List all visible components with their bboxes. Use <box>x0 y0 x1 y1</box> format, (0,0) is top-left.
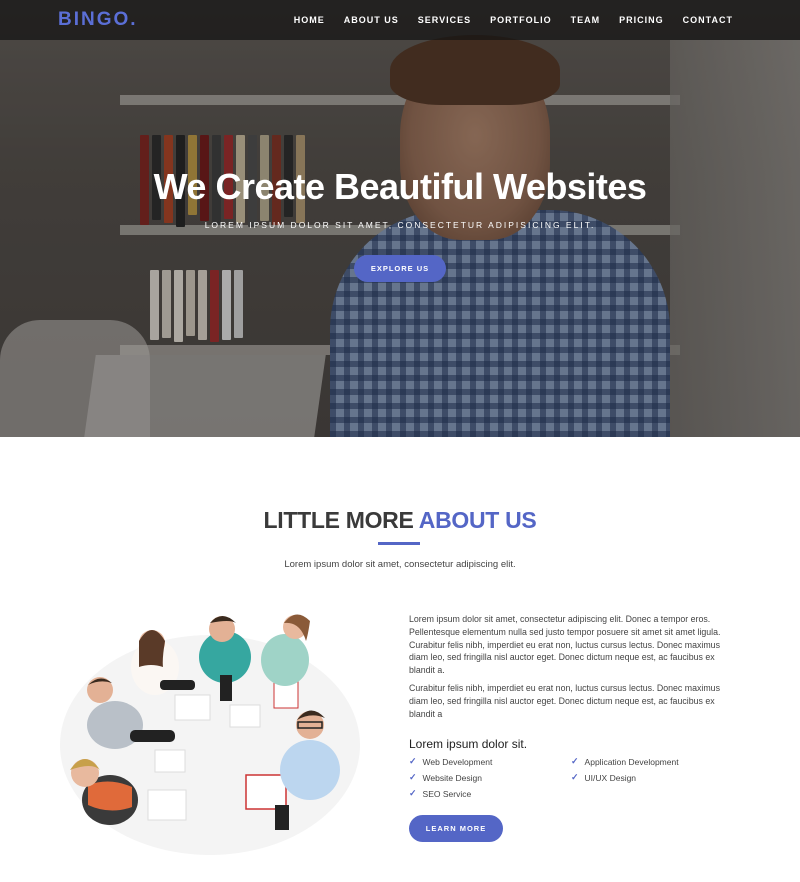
team-illustration <box>60 605 360 855</box>
check-icon: ✓ <box>571 772 579 782</box>
feature-website-design: ✓ Website Design <box>409 772 482 783</box>
feature-label: UI/UX Design <box>584 772 637 783</box>
nav-about-us[interactable]: ABOUT US <box>344 15 399 25</box>
feature-application-development: ✓ Application Development <box>571 756 679 767</box>
about-title-accent: ABOUT US <box>418 507 537 533</box>
check-icon: ✓ <box>409 756 417 766</box>
check-icon: ✓ <box>409 788 417 798</box>
feature-label: Application Development <box>584 756 679 767</box>
hero-subtitle: LOREM IPSUM DOLOR SIT AMET, CONSECTETUR … <box>204 220 596 230</box>
explore-us-button[interactable]: EXPLORE US <box>354 255 446 282</box>
hero-section: BINGO. HOME ABOUT US SERVICES PORTFOLIO … <box>0 0 800 437</box>
learn-more-button[interactable]: LEARN MORE <box>409 815 503 842</box>
about-title-plain: LITTLE MORE <box>263 507 419 533</box>
nav-services[interactable]: SERVICES <box>418 15 471 25</box>
team-photo <box>60 614 360 855</box>
feature-label: Web Development <box>422 756 493 767</box>
hero-title: We Create Beautiful Websites <box>153 166 647 207</box>
check-icon: ✓ <box>409 772 417 782</box>
about-paragraph-2: Curabitur felis nibh, imperdiet eu erat … <box>409 683 720 719</box>
feature-ui-ux-design: ✓ UI/UX Design <box>571 772 636 783</box>
check-icon: ✓ <box>571 756 579 766</box>
nav-home[interactable]: HOME <box>294 15 325 25</box>
about-subtitle: Lorem ipsum dolor sit amet, consectetur … <box>284 559 516 570</box>
nav-contact[interactable]: CONTACT <box>683 15 733 25</box>
about-title: LITTLE MORE ABOUT US <box>0 507 800 534</box>
top-navbar: BINGO. HOME ABOUT US SERVICES PORTFOLIO … <box>0 0 800 40</box>
feature-label: SEO Service <box>422 788 472 799</box>
nav-pricing[interactable]: PRICING <box>619 15 664 25</box>
title-underline <box>378 542 420 545</box>
feature-web-development: ✓ Web Development <box>409 756 492 767</box>
feature-seo-service: ✓ SEO Service <box>409 788 471 799</box>
hero-overlay <box>0 0 800 437</box>
about-paragraph-1: Lorem ipsum dolor sit amet, consectetur … <box>409 614 721 676</box>
features-title: Lorem ipsum dolor sit. <box>409 737 528 751</box>
nav-menu: HOME ABOUT US SERVICES PORTFOLIO TEAM PR… <box>275 0 733 40</box>
feature-label: Website Design <box>422 772 482 783</box>
logo[interactable]: BINGO. <box>58 9 138 31</box>
nav-portfolio[interactable]: PORTFOLIO <box>490 15 552 25</box>
nav-team[interactable]: TEAM <box>571 15 601 25</box>
